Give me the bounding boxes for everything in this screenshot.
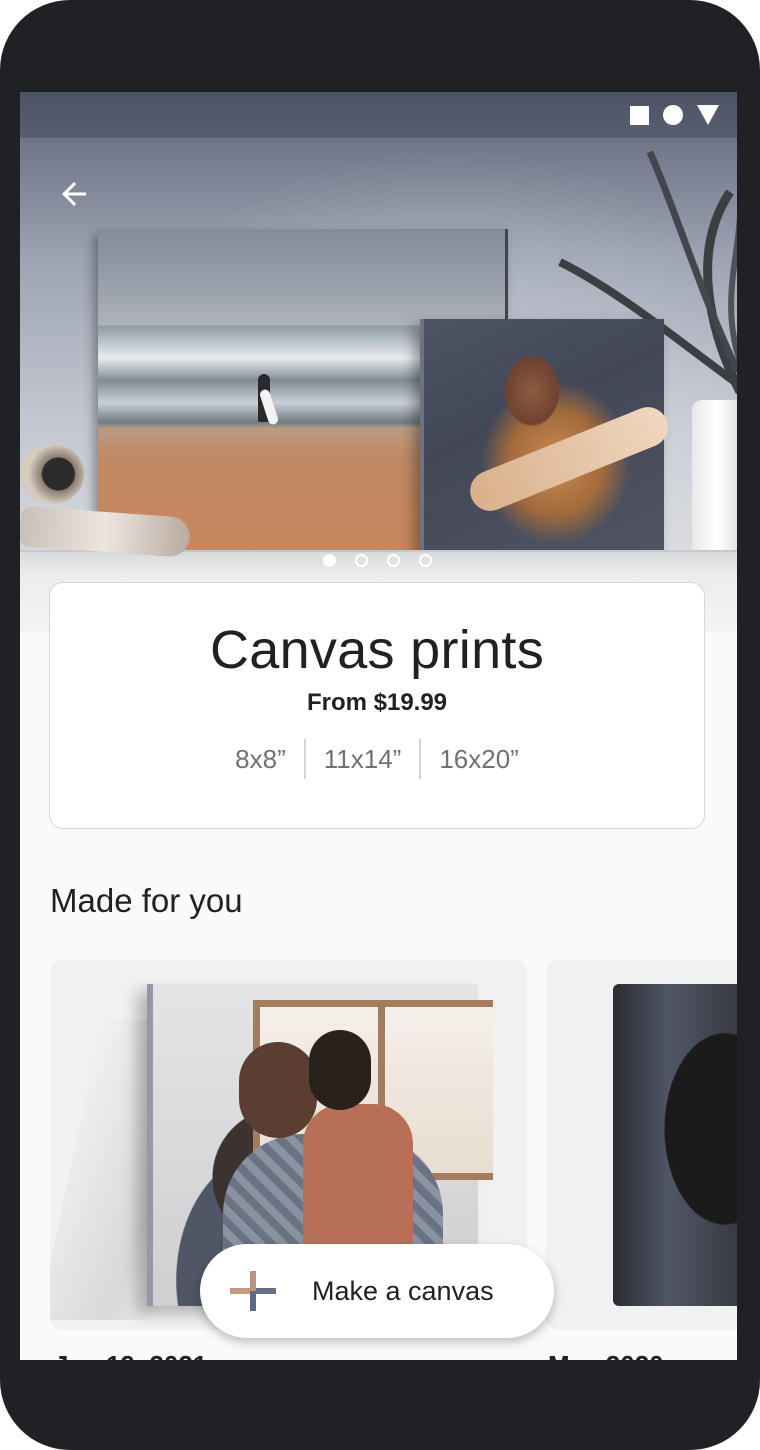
product-title: Canvas prints [209, 620, 545, 680]
product-info-card: Canvas prints From $19.99 8x8” 11x14” 16… [49, 582, 705, 829]
carousel-indicator [323, 554, 432, 567]
card-date: Jan 19, 2021 [54, 1350, 207, 1360]
suggestion-card[interactable] [546, 960, 737, 1330]
carousel-dot[interactable] [387, 554, 400, 567]
size-option-8x8: 8x8” [235, 743, 286, 774]
size-option-11x14: 11x14” [323, 743, 402, 774]
hero-image [20, 92, 737, 632]
vase [692, 400, 737, 558]
back-button[interactable] [52, 172, 96, 216]
phone-frame: Canvas prints From $19.99 8x8” 11x14” 16… [0, 0, 760, 1450]
make-canvas-label: Make a canvas [312, 1276, 494, 1306]
plus-icon [230, 1271, 276, 1311]
size-options: 8x8” 11x14” 16x20” [50, 739, 704, 779]
triangle-icon [697, 105, 719, 125]
bodyboard [464, 401, 674, 517]
photo-person-head [239, 1042, 317, 1138]
photo-child-head [309, 1030, 371, 1110]
size-option-16x20: 16x20” [439, 743, 519, 774]
kid-canvas-photo [420, 319, 674, 559]
make-canvas-button[interactable]: Make a canvas [200, 1244, 554, 1338]
carousel-dot-active[interactable] [323, 554, 336, 567]
product-price: From $19.99 [306, 689, 448, 716]
circle-icon [663, 105, 683, 125]
status-icons [630, 104, 719, 126]
section-title-made-for-you: Made for you [50, 882, 243, 919]
arrow-left-icon [62, 182, 86, 206]
card-date: May 2020 [548, 1350, 664, 1360]
carousel-dot[interactable] [419, 554, 432, 567]
carousel-dot[interactable] [355, 554, 368, 567]
status-bar [20, 92, 737, 138]
shell [20, 444, 84, 504]
app-screen: Canvas prints From $19.99 8x8” 11x14” 16… [20, 92, 737, 1360]
canvas-preview-photo [613, 984, 737, 1306]
square-icon [630, 105, 649, 125]
